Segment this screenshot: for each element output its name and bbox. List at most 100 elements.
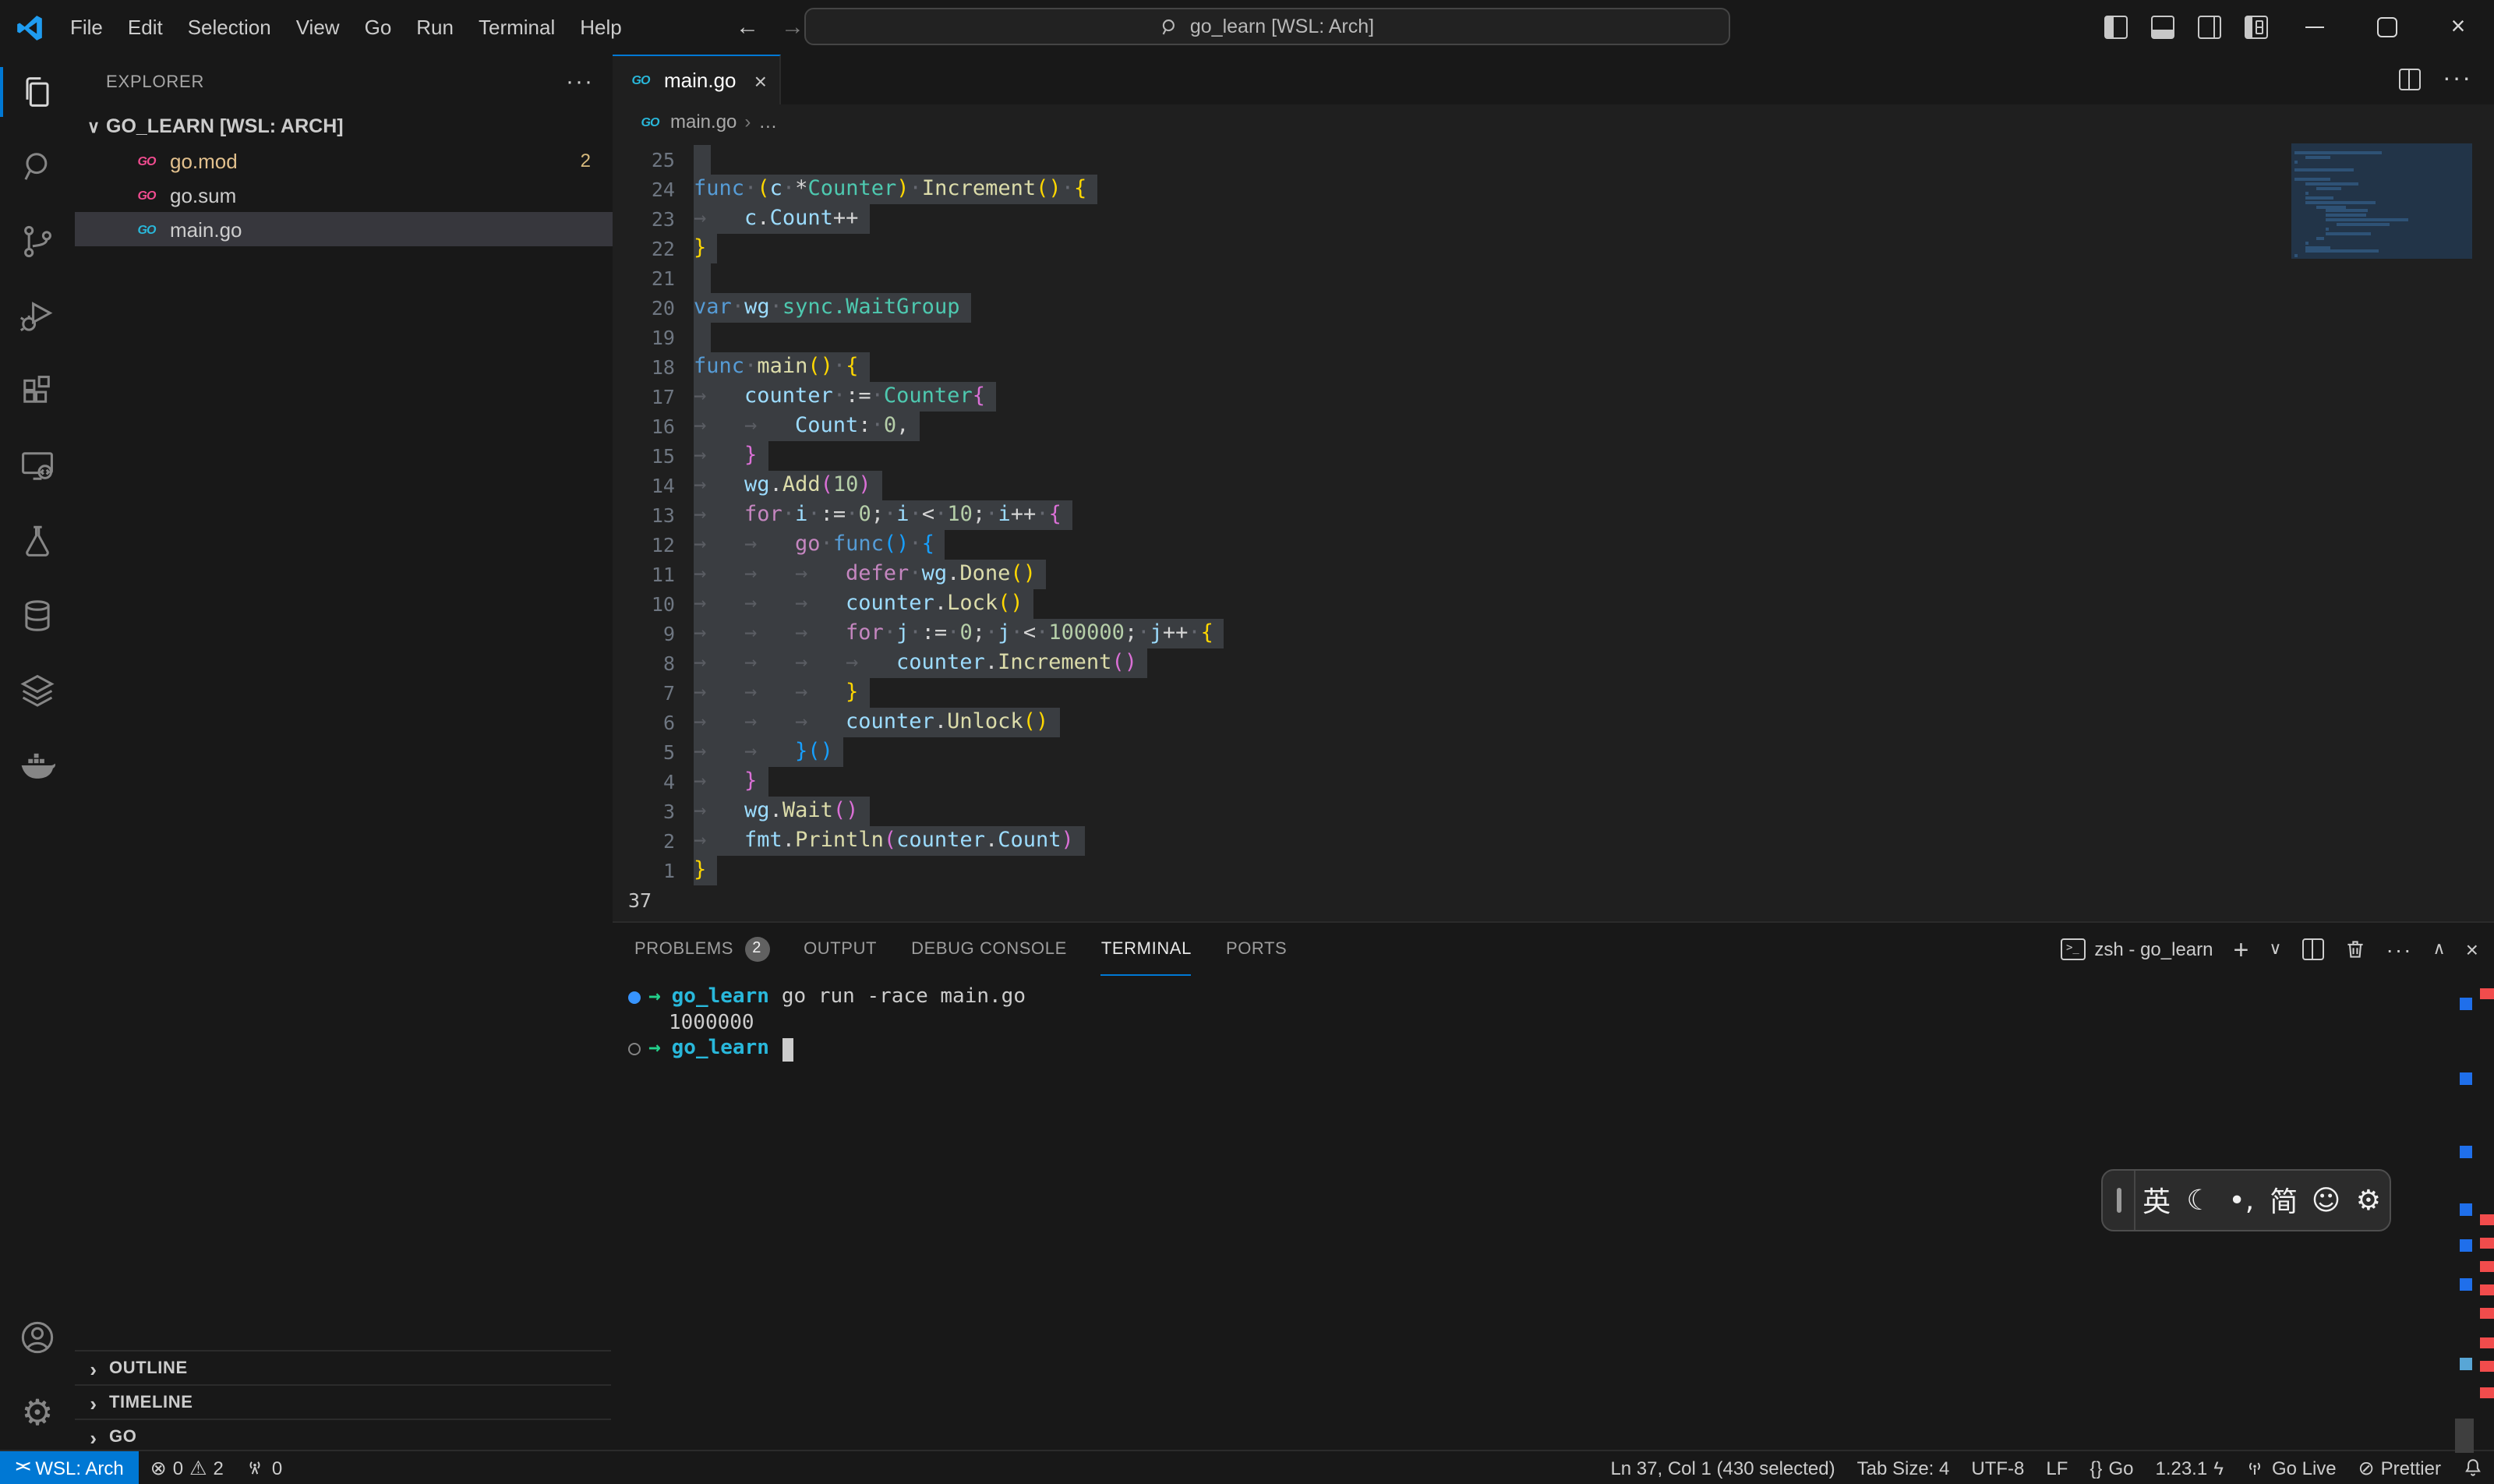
section-outline[interactable]: ›OUTLINE [75, 1350, 611, 1386]
code-editor[interactable]: 2524func·(c·*Counter)·Increment()·{23→c.… [613, 139, 2494, 921]
menu-selection[interactable]: Selection [175, 9, 284, 45]
cursor-position-status[interactable]: Ln 37, Col 1 (430 selected) [1599, 1450, 1846, 1484]
activity-accounts-icon[interactable] [0, 1300, 75, 1375]
ime-toolbar[interactable]: 英☾•,简☺⚙ [2101, 1169, 2391, 1231]
tab-close-icon[interactable]: × [754, 68, 767, 93]
ime-english-mode[interactable]: 英 [2135, 1180, 2178, 1221]
code-line[interactable]: 25 [613, 145, 1224, 175]
tab-size-status[interactable]: Tab Size: 4 [1846, 1450, 1961, 1484]
command-decoration-open[interactable] [628, 1044, 641, 1056]
code-line[interactable]: 14→wg.Add(10) [613, 471, 1224, 500]
code-line[interactable]: 21 [613, 263, 1224, 293]
code-line[interactable]: 3→wg.Wait() [613, 797, 1224, 826]
ime-settings-icon[interactable]: ⚙ [2347, 1184, 2390, 1217]
explorer-more-actions-icon[interactable]: ··· [566, 69, 594, 95]
code-line[interactable]: 9→→→for·j·:=·0;·j·<·100000;·j++·{ [613, 619, 1224, 648]
code-line[interactable]: 16→→Count:·0, [613, 412, 1224, 441]
terminal-dropdown-icon[interactable]: ∨ [2269, 941, 2281, 958]
terminal-output[interactable]: →go_learngo run -race main.go1000000→go_… [613, 976, 2494, 1062]
terminal-instance-chip[interactable]: >_ zsh - go_learn [2060, 938, 2213, 960]
maximize-panel-icon[interactable]: ∧ [2433, 941, 2446, 958]
code-line[interactable]: 1} [613, 856, 1224, 885]
code-line[interactable]: 10→→→counter.Lock() [613, 589, 1224, 619]
new-terminal-icon[interactable]: + [2234, 936, 2249, 963]
panel-tab-ports[interactable]: PORTS [1226, 924, 1287, 975]
kill-terminal-icon[interactable] [2344, 938, 2366, 960]
activity-search-icon[interactable] [0, 129, 75, 204]
panel-tab-terminal[interactable]: TERMINAL [1101, 924, 1192, 975]
code-line[interactable]: 5→→}() [613, 737, 1224, 767]
minimize-button[interactable] [2279, 0, 2351, 55]
ime-simplified-mode[interactable]: 简 [2263, 1180, 2305, 1221]
remote-indicator[interactable]: >< WSL: Arch [0, 1450, 140, 1484]
split-editor-icon[interactable] [2399, 69, 2421, 90]
menu-view[interactable]: View [284, 9, 352, 45]
menu-go[interactable]: Go [352, 9, 404, 45]
language-status[interactable]: {} Go [2079, 1450, 2144, 1484]
activity-remote-explorer-icon[interactable] [0, 429, 75, 504]
menu-run[interactable]: Run [404, 9, 466, 45]
code-line[interactable]: 23→c.Count++ [613, 204, 1224, 234]
editor-more-actions-icon[interactable]: ··· [2443, 65, 2472, 94]
file-go.mod[interactable]: GOgo.mod2 [75, 143, 613, 178]
activity-docker-icon[interactable] [0, 728, 75, 803]
toggle-sidebar-icon[interactable] [2092, 0, 2139, 55]
activity-testing-icon[interactable] [0, 504, 75, 578]
code-line[interactable]: 4→} [613, 767, 1224, 797]
code-line[interactable]: 7→→→} [613, 678, 1224, 708]
go-live-status[interactable]: Go Live [2234, 1450, 2347, 1484]
encoding-status[interactable]: UTF-8 [1960, 1450, 2035, 1484]
code-line[interactable]: 19 [613, 323, 1224, 352]
activity-database-icon[interactable] [0, 578, 75, 653]
restore-button[interactable] [2351, 0, 2422, 55]
close-button[interactable]: × [2422, 0, 2494, 55]
activity-layers-icon[interactable] [0, 653, 75, 728]
activity-extensions-icon[interactable] [0, 354, 75, 429]
breadcrumb-file[interactable]: main.go [670, 111, 737, 132]
breadcrumb-more[interactable]: … [758, 111, 777, 132]
ime-punctuation-mode[interactable]: •, [2220, 1184, 2263, 1217]
toggle-panel-icon[interactable] [2139, 0, 2185, 55]
menu-edit[interactable]: Edit [115, 9, 175, 45]
code-line[interactable]: 18func·main()·{ [613, 352, 1224, 382]
customize-layout-icon[interactable] [2232, 0, 2279, 55]
code-line[interactable]: 24func·(c·*Counter)·Increment()·{ [613, 175, 1224, 204]
ports-status[interactable]: 0 [235, 1450, 293, 1484]
prettier-status[interactable]: ⊘ Prettier [2347, 1450, 2452, 1484]
code-line[interactable]: 11→→→defer·wg.Done() [613, 560, 1224, 589]
command-center-search[interactable]: go_learn [WSL: Arch] [804, 8, 1730, 45]
activity-source-control-icon[interactable] [0, 204, 75, 279]
notifications-bell[interactable] [2452, 1450, 2494, 1484]
code-content[interactable]: 2524func·(c·*Counter)·Increment()·{23→c.… [613, 145, 1224, 915]
panel-tab-output[interactable]: OUTPUT [804, 924, 877, 975]
panel-more-actions-icon[interactable]: ··· [2386, 938, 2413, 960]
toggle-secondary-sidebar-icon[interactable] [2185, 0, 2232, 55]
code-line[interactable]: 37 [613, 885, 1224, 915]
tab-main-go[interactable]: GO main.go × [613, 55, 781, 104]
close-panel-icon[interactable]: × [2466, 938, 2478, 960]
file-go.sum[interactable]: GOgo.sum [75, 178, 613, 212]
code-line[interactable]: 8→→→→counter.Increment() [613, 648, 1224, 678]
code-line[interactable]: 13→for·i·:=·0;·i·<·10;·i++·{ [613, 500, 1224, 530]
eol-status[interactable]: LF [2035, 1450, 2079, 1484]
code-line[interactable]: 22} [613, 234, 1224, 263]
file-main.go[interactable]: GOmain.go [75, 212, 613, 246]
nav-back-icon[interactable]: ← [736, 14, 759, 41]
ime-emoji[interactable]: ☺ [2305, 1184, 2347, 1217]
code-line[interactable]: 17→counter·:=·Counter{ [613, 382, 1224, 412]
ime-halfwidth-mode[interactable]: ☾ [2178, 1184, 2220, 1217]
activity-run-debug-icon[interactable] [0, 279, 75, 354]
section-timeline[interactable]: ›TIMELINE [75, 1384, 611, 1420]
menu-help[interactable]: Help [567, 9, 634, 45]
ime-drag-handle[interactable] [2103, 1171, 2135, 1230]
nav-forward-icon[interactable]: → [781, 14, 804, 41]
code-line[interactable]: 20var·wg·sync.WaitGroup [613, 293, 1224, 323]
code-line[interactable]: 15→} [613, 441, 1224, 471]
activity-explorer-icon[interactable] [0, 55, 75, 129]
code-line[interactable]: 2→fmt.Println(counter.Count) [613, 826, 1224, 856]
panel-tab-problems[interactable]: PROBLEMS2 [634, 924, 769, 975]
breadcrumb[interactable]: GO main.go › … [613, 104, 2494, 139]
menu-terminal[interactable]: Terminal [466, 9, 567, 45]
panel-tab-debug-console[interactable]: DEBUG CONSOLE [911, 924, 1067, 975]
split-terminal-icon[interactable] [2302, 938, 2324, 960]
